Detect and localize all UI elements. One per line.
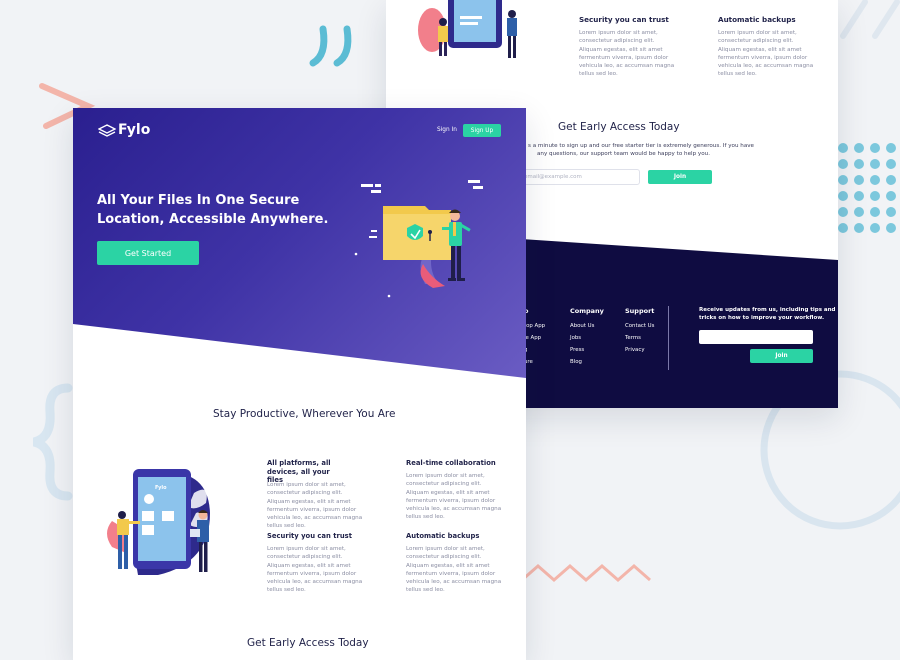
footer-link-about[interactable]: About Us <box>570 323 594 329</box>
back-feature-title-security: Security you can trust <box>579 15 669 24</box>
dot-decoration <box>870 223 880 233</box>
zigzag-decoration <box>521 564 651 582</box>
folder-illustration <box>354 180 483 298</box>
back-feature-body-security: Lorem ipsum dolor sit amet, consectetur … <box>579 30 675 78</box>
phone-screen-logo: Fylo <box>155 485 167 491</box>
dot-decoration <box>838 143 848 153</box>
dot-decoration <box>886 143 896 153</box>
hero-title-line-2: Location, Accessible Anywhere. <box>97 212 329 227</box>
footer-join-button[interactable]: Join <box>750 349 813 363</box>
footer-link-privacy[interactable]: Privacy <box>625 347 645 353</box>
footer-support-title: Support <box>625 307 655 315</box>
section-title: Stay Productive, Wherever You Are <box>213 408 396 420</box>
hero-section: Fylo Sign In Sign Up All Your Files In O… <box>73 108 526 378</box>
footer-link-contact[interactable]: Contact Us <box>625 323 654 329</box>
footer-company-title: Company <box>570 307 604 315</box>
footer-newsletter-text-1: Receive updates from us, including tips … <box>699 307 836 313</box>
dot-decoration <box>854 223 864 233</box>
dot-decoration <box>838 223 848 233</box>
footer-newsletter-text-2: tricks on how to improve your workflow. <box>699 315 825 321</box>
dot-decoration <box>838 175 848 185</box>
dot-grid-decoration <box>838 143 900 233</box>
nav-signup-button[interactable]: Sign Up <box>463 124 501 137</box>
feature-body-security: Lorem ipsum dolor sit amet, consectetur … <box>267 546 363 594</box>
back-early-access-text-1: s a minute to sign up and our free start… <box>528 143 755 149</box>
feature-title-security: Security you can trust <box>267 532 352 540</box>
back-feature-body-backups: Lorem ipsum dolor sit amet, consectetur … <box>718 30 814 78</box>
dot-decoration <box>838 191 848 201</box>
footer-link[interactable]: le App <box>524 335 541 341</box>
footer-email-input[interactable] <box>699 330 813 344</box>
dot-decoration <box>854 143 864 153</box>
dot-decoration <box>854 175 864 185</box>
logo-text: Fylo <box>118 122 151 138</box>
dot-decoration <box>870 175 880 185</box>
back-feature-title-backups: Automatic backups <box>718 15 796 24</box>
dot-decoration <box>854 159 864 169</box>
logo-icon <box>98 124 116 137</box>
dot-decoration <box>886 191 896 201</box>
back-early-access-title: Get Early Access Today <box>558 121 680 133</box>
feature-title-backups: Automatic backups <box>406 532 480 540</box>
footer-link-blog[interactable]: Blog <box>570 359 582 365</box>
feature-title-collaboration: Real-time collaboration <box>406 459 496 467</box>
dot-decoration <box>854 191 864 201</box>
back-email-placeholder: email@example.com <box>524 174 582 180</box>
dot-decoration <box>838 207 848 217</box>
dot-decoration <box>870 159 880 169</box>
dot-decoration <box>886 159 896 169</box>
feature-body-backups: Lorem ipsum dolor sit amet, consectetur … <box>406 546 502 594</box>
brace-decoration <box>32 383 73 501</box>
footer-link-press[interactable]: Press <box>570 347 584 353</box>
footer-link-jobs[interactable]: Jobs <box>570 335 581 341</box>
dot-decoration <box>838 159 848 169</box>
productivity-illustration <box>107 469 210 575</box>
phone-illustration <box>418 0 517 58</box>
dot-decoration <box>886 223 896 233</box>
back-email-input[interactable]: email@example.com <box>521 169 640 185</box>
dot-decoration <box>870 191 880 201</box>
footer-link-terms[interactable]: Terms <box>625 335 641 341</box>
back-early-access-text-2: any questions, our support team would be… <box>537 151 710 157</box>
quote-mark-decoration <box>309 25 352 67</box>
footer-divider <box>668 306 669 370</box>
dot-decoration <box>870 143 880 153</box>
footer-link[interactable]: top App <box>524 323 545 329</box>
early-access-title: Get Early Access Today <box>247 637 369 649</box>
dot-decoration <box>886 207 896 217</box>
dot-decoration <box>854 207 864 217</box>
hero-title-line-1: All Your Files In One Secure <box>97 193 300 208</box>
feature-body-platforms: Lorem ipsum dolor sit amet, consectetur … <box>267 482 363 530</box>
back-join-button[interactable]: Join <box>648 170 712 184</box>
feature-body-collaboration: Lorem ipsum dolor sit amet, consectetur … <box>406 473 502 521</box>
dot-decoration <box>886 175 896 185</box>
dot-decoration <box>870 207 880 217</box>
nav-signin-link[interactable]: Sign In <box>437 127 457 133</box>
get-started-button[interactable]: Get Started <box>97 241 199 265</box>
slash-decoration <box>840 0 900 39</box>
front-page-mockup: Fylo Sign In Sign Up All Your Files In O… <box>73 108 526 660</box>
